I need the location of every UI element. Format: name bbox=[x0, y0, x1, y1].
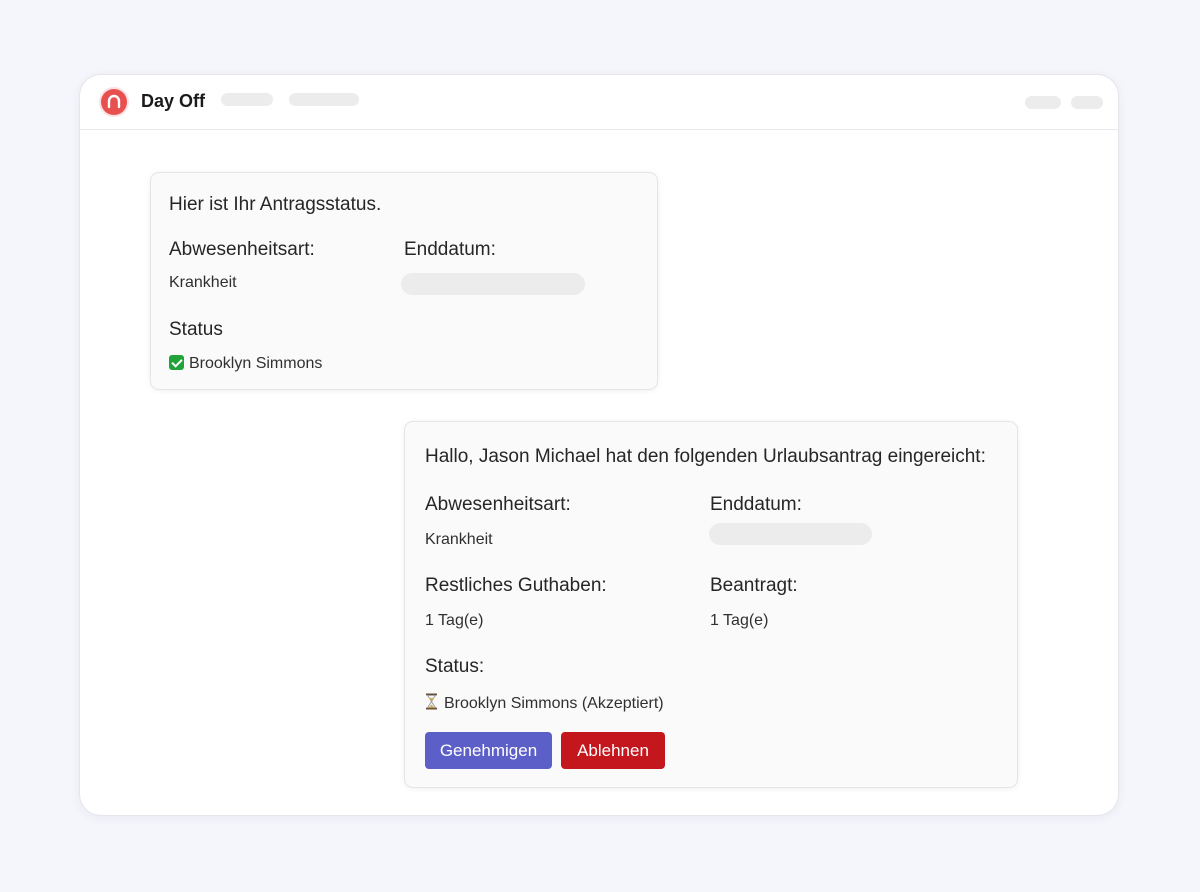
titlebar-placeholder-2 bbox=[289, 93, 359, 106]
end-date-label: Enddatum: bbox=[404, 239, 496, 260]
remaining-balance-value: 1 Tag(e) bbox=[425, 612, 484, 629]
check-icon bbox=[169, 355, 184, 370]
remaining-balance-label: Restliches Guthaben: bbox=[425, 575, 607, 596]
titlebar-placeholder-3 bbox=[1025, 96, 1061, 109]
requested-label: Beantragt: bbox=[710, 575, 798, 596]
absence-type-label: Abwesenheitsart: bbox=[169, 239, 315, 260]
request-end-date-label: Enddatum: bbox=[710, 494, 802, 515]
request-end-date-placeholder bbox=[709, 523, 872, 545]
end-date-placeholder bbox=[401, 273, 585, 295]
request-card-heading: Hallo, Jason Michael hat den folgenden U… bbox=[425, 446, 986, 467]
status-label: Status bbox=[169, 319, 223, 340]
reject-button[interactable]: Ablehnen bbox=[561, 732, 665, 769]
app-title: Day Off bbox=[141, 91, 206, 111]
request-absence-type-label: Abwesenheitsart: bbox=[425, 494, 571, 515]
day-off-logo-icon bbox=[101, 89, 127, 115]
absence-type-value: Krankheit bbox=[169, 274, 237, 291]
request-absence-type-value: Krankheit bbox=[425, 531, 493, 548]
titlebar-placeholder-1 bbox=[221, 93, 273, 106]
request-status-label: Status: bbox=[425, 656, 485, 677]
status-value: Brooklyn Simmons bbox=[189, 355, 323, 372]
titlebar-placeholder-4 bbox=[1071, 96, 1103, 109]
request-status-value: Brooklyn Simmons (Akzeptiert) bbox=[444, 695, 664, 712]
status-value-row: Brooklyn Simmons bbox=[169, 355, 322, 373]
request-status-row: Brooklyn Simmons (Akzeptiert) bbox=[425, 693, 664, 713]
status-card-heading: Hier ist Ihr Antragsstatus. bbox=[169, 194, 382, 215]
hourglass-icon bbox=[425, 693, 438, 710]
status-card: Hier ist Ihr Antragsstatus. Abwesenheits… bbox=[150, 172, 658, 390]
request-card: Hallo, Jason Michael hat den folgenden U… bbox=[404, 421, 1018, 788]
app-window: Day Off Hier ist Ihr Antragsstatus. Abwe… bbox=[79, 74, 1119, 816]
title-bar: Day Off bbox=[80, 75, 1118, 130]
approve-button[interactable]: Genehmigen bbox=[425, 732, 552, 769]
requested-value: 1 Tag(e) bbox=[710, 612, 769, 629]
